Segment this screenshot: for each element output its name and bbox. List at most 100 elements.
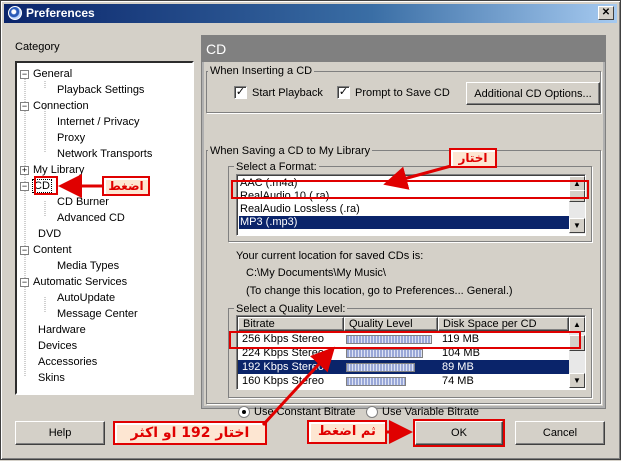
start-playback-check-icon: ✓ bbox=[234, 86, 247, 99]
tree-item-label: Media Types bbox=[57, 260, 120, 272]
expand-icon[interactable]: + bbox=[20, 165, 29, 175]
tree-item-media-types[interactable]: Media Types bbox=[57, 259, 119, 273]
tree-item-label: Hardware bbox=[38, 324, 86, 336]
category-tree: − General Playback Settings − Connection Inte… bbox=[15, 61, 194, 395]
tree-item-label: DVD bbox=[38, 228, 62, 240]
tree-item-label: AutoUpdate bbox=[57, 292, 116, 304]
tree-item-content[interactable]: − Content bbox=[20, 243, 72, 257]
tree-item-label: Message Center bbox=[57, 308, 138, 320]
tree-item-label: Proxy bbox=[57, 132, 86, 144]
tree-item-label: General bbox=[33, 68, 73, 80]
tree-item-my-library[interactable]: + My Library bbox=[20, 163, 84, 177]
highlight-cd-tree-item bbox=[34, 176, 58, 195]
tree-item-playback-settings[interactable]: Playback Settings bbox=[57, 83, 144, 97]
help-button[interactable]: Help bbox=[15, 421, 105, 445]
collapse-icon[interactable]: − bbox=[20, 101, 29, 111]
highlight-mp3-format bbox=[231, 180, 589, 199]
callout-then-click: ثم اضغط bbox=[307, 420, 387, 444]
tree-item-label: Content bbox=[33, 244, 72, 256]
variable-bitrate-radio[interactable]: Use Variable Bitrate bbox=[366, 406, 479, 418]
quality-level-bar bbox=[346, 377, 406, 386]
tree-item-cd-burner[interactable]: CD Burner bbox=[57, 195, 109, 209]
quality-scrollbar[interactable]: ▲ ▼ bbox=[569, 317, 585, 388]
constant-bitrate-radio[interactable]: Use Constant Bitrate bbox=[238, 406, 356, 418]
disk-space-cell: 89 MB bbox=[442, 361, 474, 373]
callout-choose: اختار bbox=[449, 148, 497, 168]
inserting-group-title: When Inserting a CD bbox=[208, 65, 315, 77]
format-group-title: Select a Format: bbox=[234, 161, 319, 173]
additional-cd-options-button[interactable]: Additional CD Options... bbox=[466, 82, 600, 105]
format-item-selected[interactable]: MP3 (.mp3) bbox=[239, 216, 569, 229]
column-header-disk-space[interactable]: Disk Space per CD bbox=[438, 317, 569, 331]
radio-selected-icon bbox=[238, 406, 250, 418]
collapse-icon[interactable]: − bbox=[20, 245, 29, 255]
scroll-down-icon[interactable]: ▼ bbox=[569, 218, 585, 233]
tree-item-network-transports[interactable]: Network Transports bbox=[57, 147, 152, 161]
callout-click: اضغط bbox=[102, 176, 150, 196]
bitrate-cell: 192 Kbps Stereo bbox=[242, 361, 324, 373]
tree-item-label: Devices bbox=[38, 340, 78, 352]
tree-item-label: Advanced CD bbox=[57, 212, 125, 224]
tree-item-message-center[interactable]: Message Center bbox=[57, 307, 138, 321]
tree-item-label: Internet / Privacy bbox=[57, 116, 140, 128]
radio-empty-icon bbox=[366, 406, 378, 418]
location-hint: (To change this location, go to Preferen… bbox=[246, 285, 513, 297]
collapse-icon[interactable]: − bbox=[20, 277, 29, 287]
quality-row-selected[interactable]: 192 Kbps Stereo 89 MB bbox=[238, 360, 569, 374]
start-playback-checkbox[interactable]: ✓ Start Playback bbox=[234, 86, 323, 99]
tree-item-label: Skins bbox=[38, 372, 65, 384]
callout-choose-192: اختار 192 او اكثر bbox=[113, 421, 267, 445]
app-icon bbox=[8, 6, 22, 20]
location-path: C:\My Documents\My Music\ bbox=[246, 267, 386, 279]
tree-item-proxy[interactable]: Proxy bbox=[57, 131, 85, 145]
prompt-to-save-checkbox[interactable]: ✓ Prompt to Save CD bbox=[337, 86, 450, 99]
close-button[interactable]: ✕ bbox=[598, 6, 614, 20]
collapse-icon[interactable]: − bbox=[20, 181, 29, 191]
cancel-button[interactable]: Cancel bbox=[515, 421, 605, 445]
prompt-to-save-check-icon: ✓ bbox=[337, 86, 350, 99]
preferences-window: Preferences ✕ Category − General Playback … bbox=[0, 0, 621, 460]
quality-table[interactable]: Bitrate Quality Level Disk Space per CD … bbox=[236, 315, 586, 390]
quality-group-title: Select a Quality Level: bbox=[234, 303, 348, 315]
tree-item-skins[interactable]: Skins bbox=[38, 371, 65, 385]
tree-item-dvd[interactable]: DVD bbox=[38, 227, 61, 241]
column-header-bitrate[interactable]: Bitrate bbox=[238, 317, 344, 331]
panel-title: CD bbox=[202, 36, 605, 62]
tree-item-label: My Library bbox=[33, 164, 85, 176]
collapse-icon[interactable]: − bbox=[20, 69, 29, 79]
tree-item-accessories[interactable]: Accessories bbox=[38, 355, 97, 369]
scroll-up-icon[interactable]: ▲ bbox=[569, 317, 585, 332]
tree-item-label: Connection bbox=[33, 100, 89, 112]
prompt-to-save-label: Prompt to Save CD bbox=[355, 86, 450, 99]
tree-item-advanced-cd[interactable]: Advanced CD bbox=[57, 211, 125, 225]
constant-bitrate-label: Use Constant Bitrate bbox=[254, 406, 356, 418]
tree-item-general[interactable]: − General bbox=[20, 67, 72, 81]
saving-group-title: When Saving a CD to My Library bbox=[208, 145, 373, 157]
quality-row[interactable]: 160 Kbps Stereo 74 MB bbox=[238, 374, 569, 388]
tree-item-connection[interactable]: − Connection bbox=[20, 99, 89, 113]
tree-item-hardware[interactable]: Hardware bbox=[38, 323, 86, 337]
tree-item-label: Automatic Services bbox=[33, 276, 128, 288]
category-label: Category bbox=[15, 41, 60, 53]
disk-space-cell: 74 MB bbox=[442, 375, 474, 387]
format-item[interactable]: RealAudio Lossless (.ra) bbox=[240, 203, 360, 216]
tree-item-label: Playback Settings bbox=[57, 84, 145, 96]
panel-body: When Inserting a CD ✓ Start Playback ✓ P… bbox=[204, 62, 603, 418]
quality-level-bar bbox=[346, 363, 415, 372]
tree-item-automatic-services[interactable]: − Automatic Services bbox=[20, 275, 127, 289]
highlight-192-kbps bbox=[229, 331, 581, 349]
column-header-quality[interactable]: Quality Level bbox=[344, 317, 438, 331]
tree-item-label: CD Burner bbox=[57, 196, 109, 208]
scroll-down-icon[interactable]: ▼ bbox=[569, 373, 585, 388]
highlight-ok-button bbox=[413, 419, 505, 447]
start-playback-label: Start Playback bbox=[252, 86, 323, 99]
variable-bitrate-label: Use Variable Bitrate bbox=[382, 406, 480, 418]
tree-item-internet-privacy[interactable]: Internet / Privacy bbox=[57, 115, 140, 129]
tree-item-devices[interactable]: Devices bbox=[38, 339, 77, 353]
tree-item-autoupdate[interactable]: AutoUpdate bbox=[57, 291, 115, 305]
bitrate-cell: 160 Kbps Stereo bbox=[242, 375, 324, 387]
cd-settings-panel: CD When Inserting a CD ✓ Start Playback … bbox=[201, 35, 606, 418]
location-label: Your current location for saved CDs is: bbox=[236, 250, 424, 262]
quality-level-bar bbox=[346, 349, 423, 358]
tree-item-label: Accessories bbox=[38, 356, 98, 368]
